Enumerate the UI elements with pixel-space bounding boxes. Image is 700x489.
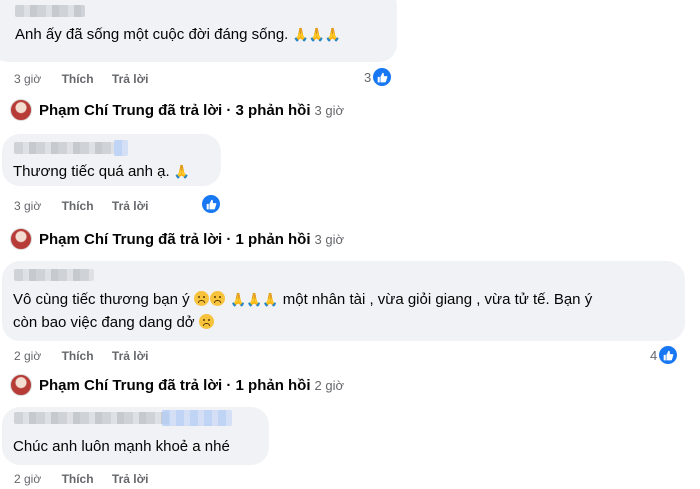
- pray-emoji: 🙏: [308, 27, 325, 42]
- avatar: [10, 228, 32, 250]
- reaction-count[interactable]: 3: [364, 68, 392, 86]
- comment-time[interactable]: 3 giờ: [14, 199, 41, 213]
- comment-bubble: Thương tiếc quá anh ạ. 🙏: [2, 134, 221, 186]
- reply-time: 3 giờ: [314, 102, 345, 118]
- comment-text-line-2: còn bao việc đang dang dở: [13, 312, 215, 334]
- thumbs-up-icon: [202, 195, 220, 213]
- reply-button[interactable]: Trả lời: [112, 199, 149, 213]
- pray-emoji: 🙏: [292, 27, 309, 42]
- comment-time[interactable]: 2 giờ: [14, 472, 41, 486]
- pray-emoji: 🙏: [173, 164, 191, 179]
- pray-emoji: 🙏: [324, 27, 342, 42]
- comment-bubble: Vô cùng tiếc thương bạn ý 🙏🙏🙏 một nhân t…: [2, 261, 685, 341]
- like-button[interactable]: Thích: [62, 199, 94, 213]
- like-button[interactable]: Thích: [62, 472, 94, 486]
- like-button[interactable]: Thích: [62, 72, 94, 86]
- sad-face-icon: [193, 291, 209, 306]
- comment-actions: 2 giờ Thích Trả lời: [14, 472, 148, 486]
- pray-emoji: 🙏: [246, 292, 263, 307]
- thumbs-up-icon: [659, 346, 678, 364]
- like-count: 3: [364, 69, 372, 85]
- comment-time[interactable]: 3 giờ: [14, 72, 41, 86]
- like-count: 4: [650, 347, 658, 363]
- comment-actions: 3 giờ Thích Trả lời: [14, 199, 148, 213]
- reaction-count[interactable]: [200, 195, 220, 213]
- commenter-tag-blurred[interactable]: [114, 140, 128, 156]
- comment-bubble: Chúc anh luôn mạnh khoẻ a nhé: [2, 407, 269, 465]
- commenter-name-blurred[interactable]: [14, 142, 114, 154]
- comment-text: Thương tiếc quá anh ạ. 🙏: [13, 163, 191, 180]
- reply-summary-text: Phạm Chí Trung đã trả lời · 1 phản hồi: [39, 376, 311, 394]
- reply-button[interactable]: Trả lời: [112, 472, 149, 486]
- reply-summary-text: Phạm Chí Trung đã trả lời · 1 phản hồi: [39, 230, 311, 248]
- comment-text: Chúc anh luôn mạnh khoẻ a nhé: [13, 438, 230, 455]
- commenter-tag-blurred[interactable]: [162, 410, 232, 426]
- like-button[interactable]: Thích: [62, 349, 94, 363]
- sad-face-icon: [209, 291, 225, 306]
- commenter-name-blurred[interactable]: [15, 5, 85, 17]
- avatar: [10, 374, 32, 396]
- commenter-name-blurred[interactable]: [14, 269, 94, 281]
- reply-time: 2 giờ: [314, 377, 345, 393]
- pray-emoji: 🙏: [262, 292, 279, 307]
- reply-button[interactable]: Trả lời: [112, 72, 149, 86]
- reply-button[interactable]: Trả lời: [112, 349, 149, 363]
- comment-text-line-1: Vô cùng tiếc thương bạn ý 🙏🙏🙏 một nhân t…: [13, 291, 593, 308]
- commenter-name-blurred[interactable]: [14, 412, 169, 424]
- comment-actions: 3 giờ Thích Trả lời: [14, 72, 148, 86]
- pray-emoji: 🙏: [230, 292, 247, 307]
- comment-time[interactable]: 2 giờ: [14, 349, 41, 363]
- reaction-count[interactable]: 4: [650, 346, 678, 364]
- comment-bubble: Anh ấy đã sống một cuộc đời đáng sống. 🙏…: [0, 0, 397, 62]
- sad-face-icon: [198, 314, 214, 329]
- reply-summary[interactable]: Phạm Chí Trung đã trả lời · 3 phản hồi 3…: [10, 99, 344, 121]
- thumbs-up-icon: [373, 68, 392, 86]
- reply-time: 3 giờ: [314, 231, 345, 247]
- comment-actions: 2 giờ Thích Trả lời: [14, 349, 148, 363]
- reply-summary-text: Phạm Chí Trung đã trả lời · 3 phản hồi: [39, 101, 311, 119]
- reply-summary[interactable]: Phạm Chí Trung đã trả lời · 1 phản hồi 3…: [10, 228, 344, 250]
- reply-summary[interactable]: Phạm Chí Trung đã trả lời · 1 phản hồi 2…: [10, 374, 344, 396]
- avatar: [10, 99, 32, 121]
- comment-text: Anh ấy đã sống một cuộc đời đáng sống. 🙏…: [15, 26, 342, 43]
